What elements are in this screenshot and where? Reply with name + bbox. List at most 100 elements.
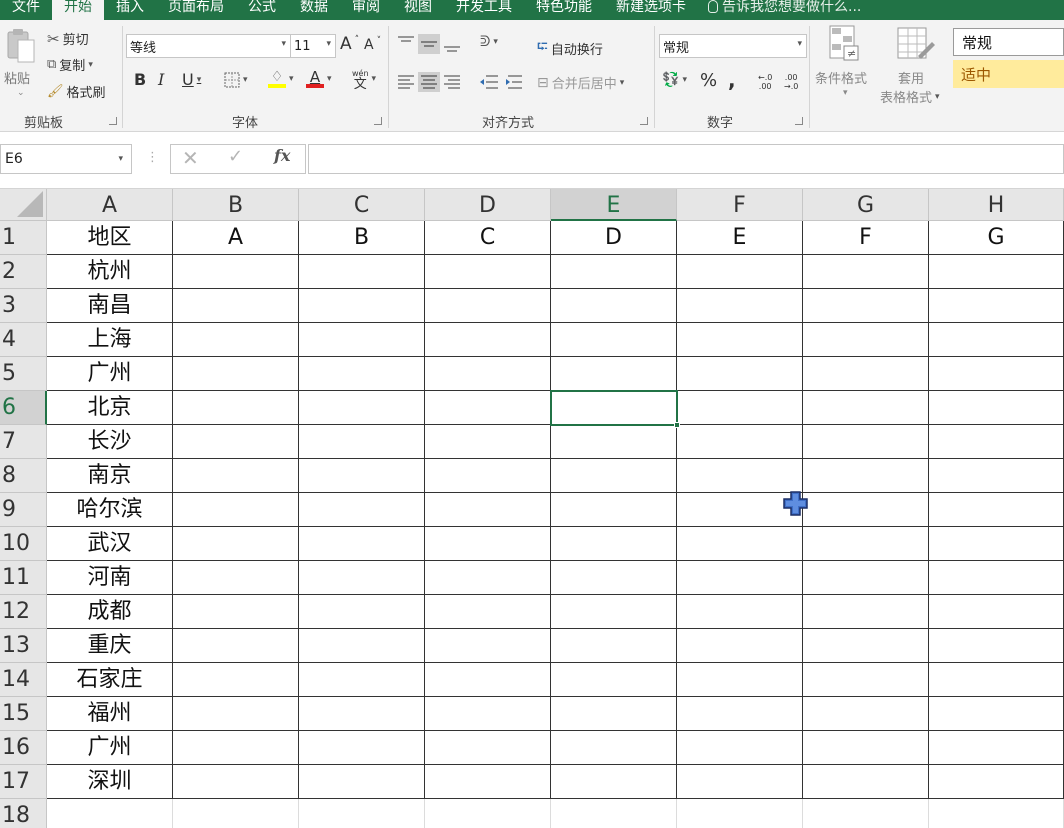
cell-c5[interactable] xyxy=(299,357,425,391)
cell-b1[interactable]: A xyxy=(173,221,299,255)
bold-button[interactable]: B xyxy=(134,70,146,89)
menu-tab-2[interactable]: 插入 xyxy=(104,0,156,20)
row-header-2[interactable]: 2 xyxy=(0,255,47,289)
cell-c12[interactable] xyxy=(299,595,425,629)
cell-g15[interactable] xyxy=(803,697,929,731)
cell-a16[interactable]: 广州 xyxy=(47,731,173,765)
menu-tab-3[interactable]: 页面布局 xyxy=(156,0,236,20)
column-header-g[interactable]: G xyxy=(803,189,929,221)
cell-h11[interactable] xyxy=(929,561,1064,595)
font-color-button[interactable]: A ▾ xyxy=(306,70,332,88)
cell-b3[interactable] xyxy=(173,289,299,323)
menu-tab-7[interactable]: 视图 xyxy=(392,0,444,20)
cell-f12[interactable] xyxy=(677,595,803,629)
row-header-13[interactable]: 13 xyxy=(0,629,47,663)
cell-e12[interactable] xyxy=(551,595,677,629)
row-header-16[interactable]: 16 xyxy=(0,731,47,765)
cell-e16[interactable] xyxy=(551,731,677,765)
cell-f2[interactable] xyxy=(677,255,803,289)
chevron-down-icon[interactable]: ▾ xyxy=(88,60,93,70)
row-header-17[interactable]: 17 xyxy=(0,765,47,799)
column-header-d[interactable]: D xyxy=(425,189,551,221)
cell-a9[interactable]: 哈尔滨 xyxy=(47,493,173,527)
cell-a3[interactable]: 南昌 xyxy=(47,289,173,323)
cell-h3[interactable] xyxy=(929,289,1064,323)
number-format-select[interactable]: 常规 ▾ xyxy=(659,34,807,58)
cell-g7[interactable] xyxy=(803,425,929,459)
cell-d8[interactable] xyxy=(425,459,551,493)
cell-c14[interactable] xyxy=(299,663,425,697)
cell-c4[interactable] xyxy=(299,323,425,357)
cell-c11[interactable] xyxy=(299,561,425,595)
menu-tab-5[interactable]: 数据 xyxy=(288,0,340,20)
cell-e15[interactable] xyxy=(551,697,677,731)
cell-a4[interactable]: 上海 xyxy=(47,323,173,357)
cell-g3[interactable] xyxy=(803,289,929,323)
number-launcher-icon[interactable] xyxy=(795,117,803,125)
cell-a14[interactable]: 石家庄 xyxy=(47,663,173,697)
cell-a18[interactable] xyxy=(47,799,173,828)
column-header-b[interactable]: B xyxy=(173,189,299,221)
cut-button[interactable]: ✂ 剪切 xyxy=(47,29,89,49)
cell-c18[interactable] xyxy=(299,799,425,828)
grow-font-button[interactable]: A ˄ xyxy=(340,34,359,54)
cell-b18[interactable] xyxy=(173,799,299,828)
cell-b15[interactable] xyxy=(173,697,299,731)
cell-c13[interactable] xyxy=(299,629,425,663)
cell-a10[interactable]: 武汉 xyxy=(47,527,173,561)
cell-f14[interactable] xyxy=(677,663,803,697)
cell-h10[interactable] xyxy=(929,527,1064,561)
fill-handle[interactable] xyxy=(674,422,680,428)
row-header-9[interactable]: 9 xyxy=(0,493,47,527)
spreadsheet-grid[interactable]: A B C D E F G H 1 地区 A B C D E F G 2 杭州 3 南昌 4 上海 5 广州 6 北京 7 长沙 8 南京 9… xyxy=(0,189,1064,828)
cell-h4[interactable] xyxy=(929,323,1064,357)
cell-h8[interactable] xyxy=(929,459,1064,493)
font-name-select[interactable]: 等线 ▾ xyxy=(126,34,291,58)
clipboard-launcher-icon[interactable] xyxy=(109,117,117,125)
cell-b4[interactable] xyxy=(173,323,299,357)
row-header-7[interactable]: 7 xyxy=(0,425,47,459)
menu-tab-10[interactable]: 新建选项卡 xyxy=(604,0,698,20)
cell-e3[interactable] xyxy=(551,289,677,323)
cell-f7[interactable] xyxy=(677,425,803,459)
row-header-11[interactable]: 11 xyxy=(0,561,47,595)
cell-f17[interactable] xyxy=(677,765,803,799)
cell-h16[interactable] xyxy=(929,731,1064,765)
cell-b5[interactable] xyxy=(173,357,299,391)
cell-e10[interactable] xyxy=(551,527,677,561)
font-size-select[interactable]: 11 ▾ xyxy=(290,34,336,58)
cell-a12[interactable]: 成都 xyxy=(47,595,173,629)
cell-h15[interactable] xyxy=(929,697,1064,731)
cell-h18[interactable] xyxy=(929,799,1064,828)
cell-d18[interactable] xyxy=(425,799,551,828)
cell-g8[interactable] xyxy=(803,459,929,493)
cell-g13[interactable] xyxy=(803,629,929,663)
cell-b11[interactable] xyxy=(173,561,299,595)
cell-c15[interactable] xyxy=(299,697,425,731)
cell-b6[interactable] xyxy=(173,391,299,425)
cell-e18[interactable] xyxy=(551,799,677,828)
cell-h14[interactable] xyxy=(929,663,1064,697)
column-header-f[interactable]: F xyxy=(677,189,803,221)
cell-a2[interactable]: 杭州 xyxy=(47,255,173,289)
cell-d2[interactable] xyxy=(425,255,551,289)
font-launcher-icon[interactable] xyxy=(374,117,382,125)
cell-d4[interactable] xyxy=(425,323,551,357)
cell-b2[interactable] xyxy=(173,255,299,289)
cell-e1[interactable]: D xyxy=(551,221,677,255)
cell-d11[interactable] xyxy=(425,561,551,595)
fill-color-button[interactable]: ♢ ▾ xyxy=(268,70,294,88)
style-normal[interactable]: 常规 xyxy=(953,28,1064,56)
cancel-icon[interactable]: ✕ xyxy=(182,146,199,170)
cell-e8[interactable] xyxy=(551,459,677,493)
copy-button[interactable]: ⧉ 复制 ▾ xyxy=(47,55,93,74)
column-header-e[interactable]: E xyxy=(551,189,677,221)
row-header-14[interactable]: 14 xyxy=(0,663,47,697)
alignment-launcher-icon[interactable] xyxy=(640,117,648,125)
cell-b12[interactable] xyxy=(173,595,299,629)
cell-b9[interactable] xyxy=(173,493,299,527)
cell-h2[interactable] xyxy=(929,255,1064,289)
row-header-1[interactable]: 1 xyxy=(0,221,47,255)
cell-e14[interactable] xyxy=(551,663,677,697)
cell-a17[interactable]: 深圳 xyxy=(47,765,173,799)
